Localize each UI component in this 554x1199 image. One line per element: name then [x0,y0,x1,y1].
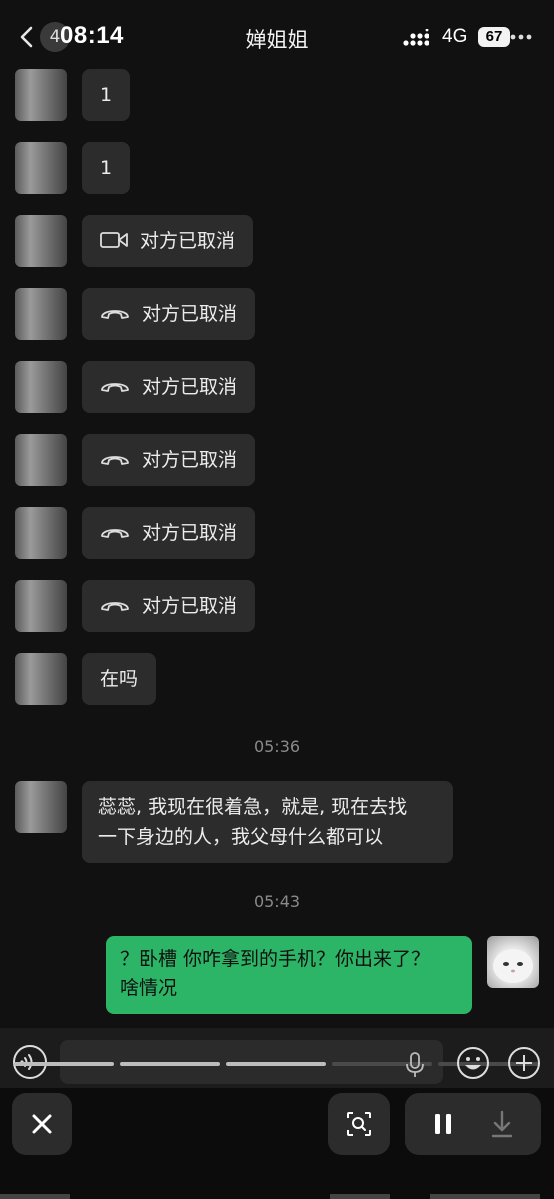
contact-avatar[interactable] [15,69,67,121]
scan-search-icon [347,1112,371,1136]
message-bubble[interactable]: 1 [82,69,131,121]
message-text: 对方已取消 [142,376,238,398]
kitten-picture [493,949,533,983]
contact-avatar[interactable] [15,507,67,559]
visual-search-button[interactable] [328,1093,390,1155]
call-record-bubble[interactable]: 对方已取消 [82,434,256,486]
message-text-line: 一下身边的人，我父母什么都可以 [98,826,384,848]
status-bar: 4 08:14 婵姐姐 4G 67 [0,0,554,72]
bottom-edge-bar [0,1194,540,1199]
hang-up-phone-icon [101,309,129,319]
hang-up-phone-icon [101,455,129,465]
hang-up-phone-icon [101,528,129,538]
message-bubble[interactable]: 在吗 [82,653,157,705]
contact-avatar[interactable] [15,434,67,486]
add-attachment-icon[interactable] [507,1046,541,1080]
microphone-icon[interactable] [405,1052,425,1078]
message-bubble[interactable]: 蕊蕊, 我现在很着急，就是, 现在去找 一下身边的人，我父母什么都可以 [82,781,453,863]
hang-up-phone-icon [101,601,129,611]
call-record-bubble[interactable]: 对方已取消 [82,580,256,632]
contact-avatar[interactable] [15,361,67,413]
close-button[interactable] [12,1093,72,1155]
contact-avatar[interactable] [15,580,67,632]
more-options-icon[interactable] [510,34,532,40]
outgoing-message-bubble[interactable]: ？卧槽 你咋拿到的手机？你出来了？ 啥情况 [106,936,472,1014]
message-text-line: 蕊蕊, 我现在很着急，就是, 现在去找 [98,796,408,818]
contact-avatar[interactable] [15,781,67,833]
pause-icon[interactable] [425,1108,461,1140]
my-avatar[interactable] [487,936,539,988]
download-icon[interactable] [485,1106,519,1142]
contact-avatar[interactable] [15,288,67,340]
chat-timestamp: 05:36 [253,737,301,756]
call-record-bubble[interactable]: 对方已取消 [82,215,254,267]
emoji-icon[interactable] [456,1046,490,1080]
network-type: 4G [442,26,468,47]
call-record-bubble[interactable]: 对方已取消 [82,288,256,340]
message-text-line: ？卧槽 你咋拿到的手机？你出来了？ [120,948,431,970]
call-record-bubble[interactable]: 对方已取消 [82,361,256,413]
video-camera-icon [100,231,128,248]
message-text: 对方已取消 [142,449,238,471]
hang-up-phone-icon [101,382,129,392]
message-text-line: 啥情况 [120,977,178,999]
signal-strength-icon [403,29,429,46]
chat-timestamp: 05:43 [253,892,301,911]
message-text: 在吗 [100,668,139,690]
close-icon [32,1114,52,1134]
message-text: 对方已取消 [140,230,236,252]
contact-avatar[interactable] [15,142,67,194]
message-bubble[interactable]: 1 [82,142,131,194]
message-text: 1 [100,157,113,179]
contact-avatar[interactable] [15,653,67,705]
message-text: 对方已取消 [142,595,238,617]
chat-title: 婵姐姐 [245,28,309,52]
message-text: 对方已取消 [142,303,238,325]
call-record-bubble[interactable]: 对方已取消 [82,507,256,559]
contact-avatar[interactable] [15,215,67,267]
message-text: 1 [100,84,113,106]
battery-level: 67 [478,27,510,47]
message-text: 对方已取消 [142,522,238,544]
